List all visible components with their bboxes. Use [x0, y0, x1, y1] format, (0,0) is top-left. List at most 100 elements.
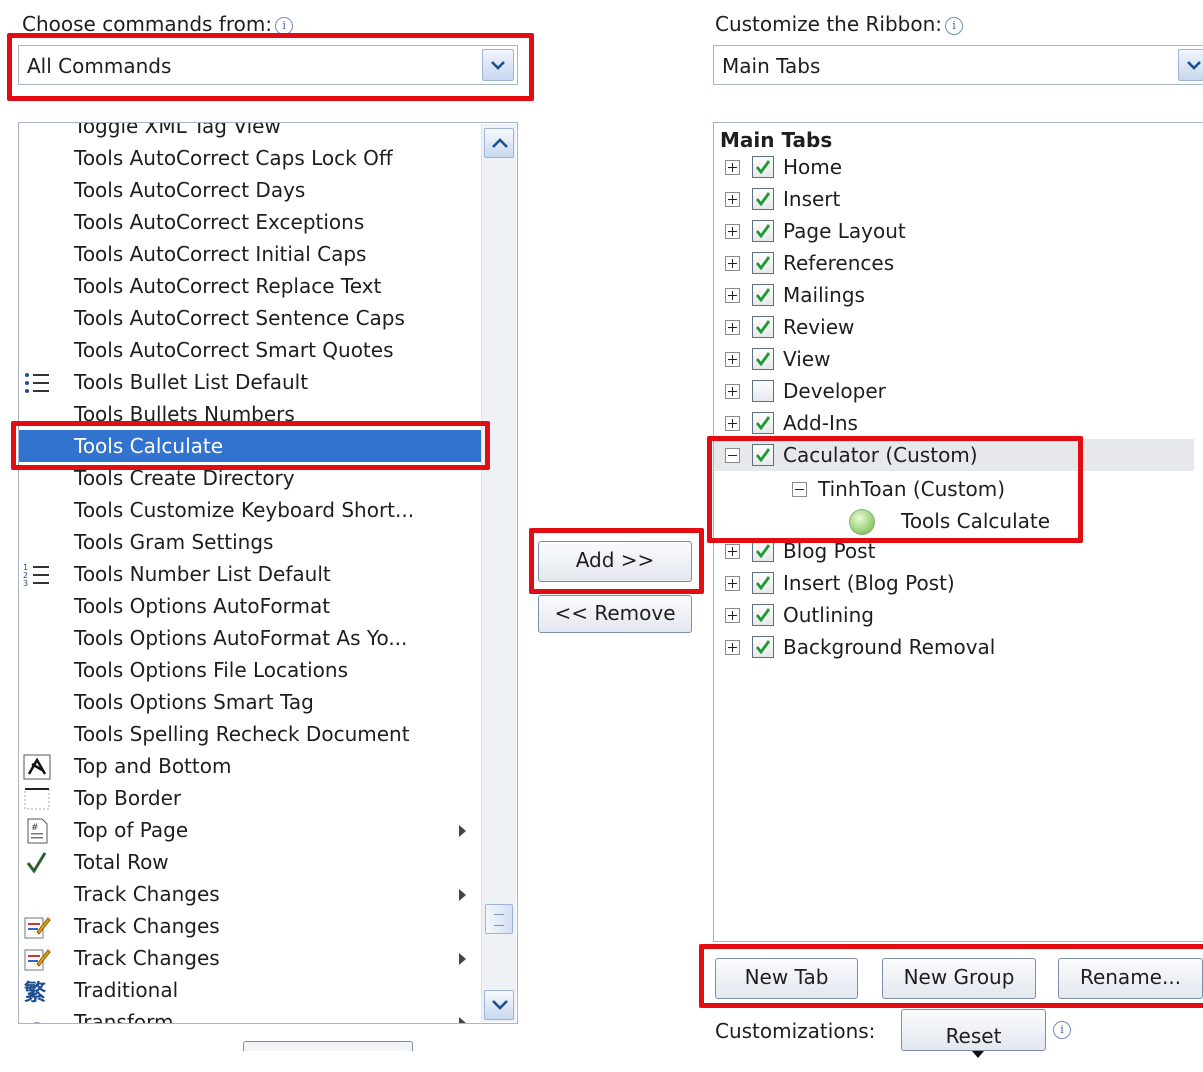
command-list-item[interactable]: Tools Calculate: [19, 430, 483, 462]
command-list-item[interactable]: Track Changes: [19, 910, 483, 942]
command-list-item[interactable]: Tools AutoCorrect Initial Caps: [19, 238, 483, 270]
tab-checkbox[interactable]: [752, 604, 774, 626]
scroll-up-button[interactable]: [484, 128, 514, 158]
ribbon-tab-label: References: [783, 251, 895, 275]
command-list-item[interactable]: Track Changes: [19, 878, 483, 910]
command-list-item[interactable]: Tools AutoCorrect Caps Lock Off: [19, 142, 483, 174]
tab-checkbox[interactable]: [752, 540, 774, 562]
tab-checkbox[interactable]: [752, 316, 774, 338]
expand-icon[interactable]: [725, 224, 740, 239]
tab-checkbox[interactable]: [752, 188, 774, 210]
command-list-item[interactable]: Tools Customize Keyboard Short...: [19, 494, 483, 526]
tab-checkbox[interactable]: [752, 284, 774, 306]
command-list-item[interactable]: Tools Gram Settings: [19, 526, 483, 558]
collapse-icon[interactable]: [792, 482, 807, 497]
command-list-item[interactable]: Toggle XML Tag View: [19, 123, 483, 142]
tab-checkbox[interactable]: [752, 156, 774, 178]
expand-icon[interactable]: [725, 352, 740, 367]
command-list-item[interactable]: Tools Options Smart Tag: [19, 686, 483, 718]
ribbon-tab-item[interactable]: Home: [714, 151, 1194, 183]
command-list-item[interactable]: Tools Create Directory: [19, 462, 483, 494]
ribbon-tab-item[interactable]: Review: [714, 311, 1194, 343]
ribbon-tab-item[interactable]: References: [714, 247, 1194, 279]
scroll-down-button[interactable]: [484, 990, 514, 1020]
expand-icon[interactable]: [725, 544, 740, 559]
customize-ribbon-combo[interactable]: Main Tabs: [713, 45, 1203, 85]
tab-checkbox[interactable]: [752, 252, 774, 274]
command-list-item[interactable]: Tools AutoCorrect Days: [19, 174, 483, 206]
tab-checkbox[interactable]: [752, 572, 774, 594]
reset-label: Reset: [945, 1024, 1002, 1048]
ribbon-tab-item[interactable]: Insert (Blog Post): [714, 567, 1194, 599]
expand-icon[interactable]: [725, 160, 740, 175]
command-list-item[interactable]: Tools AutoCorrect Replace Text: [19, 270, 483, 302]
tab-checkbox[interactable]: [752, 380, 774, 402]
ribbon-tab-item[interactable]: Blog Post: [714, 535, 1194, 567]
numbered-list-icon: 123: [23, 562, 51, 588]
expand-icon[interactable]: [725, 576, 740, 591]
command-list-item[interactable]: # Top of Page: [19, 814, 483, 846]
command-list-item[interactable]: Tools Bullets Numbers: [19, 398, 483, 430]
chevron-down-icon[interactable]: [482, 49, 514, 81]
info-icon[interactable]: i: [945, 17, 964, 35]
choose-commands-combo[interactable]: All Commands: [18, 45, 518, 85]
command-list-item[interactable]: Tools Bullet List Default: [19, 366, 483, 398]
expand-icon[interactable]: [725, 288, 740, 303]
new-group-label: New Group: [903, 965, 1015, 989]
ribbon-tab-item[interactable]: Mailings: [714, 279, 1194, 311]
expand-icon[interactable]: [725, 192, 740, 207]
command-list-item[interactable]: Tools Options AutoFormat As Yo...: [19, 622, 483, 654]
reset-button[interactable]: Reset: [901, 1009, 1046, 1058]
expand-icon[interactable]: [725, 256, 740, 271]
chevron-down-icon[interactable]: [1178, 49, 1203, 81]
command-list-item[interactable]: Track Changes: [19, 942, 483, 974]
command-list-item[interactable]: Transform: [19, 1006, 483, 1024]
rename-button[interactable]: Rename...: [1058, 958, 1203, 999]
tab-checkbox[interactable]: [752, 444, 774, 466]
add-button[interactable]: Add >>: [538, 541, 692, 582]
command-list-item[interactable]: Top and Bottom: [19, 750, 483, 782]
tab-checkbox[interactable]: [752, 412, 774, 434]
ribbon-tab-item[interactable]: Developer: [714, 375, 1194, 407]
command-label: Transform: [74, 1010, 174, 1024]
expand-icon[interactable]: [725, 320, 740, 335]
command-list-item[interactable]: Tools Options AutoFormat: [19, 590, 483, 622]
new-group-button[interactable]: New Group: [882, 958, 1036, 999]
ribbon-tab-item[interactable]: Add-Ins: [714, 407, 1194, 439]
command-list-item[interactable]: 繁 Traditional: [19, 974, 483, 1006]
ribbon-tab-item[interactable]: Background Removal: [714, 631, 1194, 663]
custom-group-item[interactable]: TinhToan (Custom): [714, 473, 1114, 505]
ribbon-tab-item[interactable]: Insert: [714, 183, 1194, 215]
info-icon[interactable]: i: [1053, 1021, 1071, 1039]
command-list-item[interactable]: 1 2 3 Tools Number List Default: [19, 558, 483, 590]
expand-icon[interactable]: [725, 608, 740, 623]
ribbon-tab-item[interactable]: View: [714, 343, 1194, 375]
tab-checkbox[interactable]: [752, 348, 774, 370]
expand-icon[interactable]: [725, 384, 740, 399]
bottom-left-button-edge[interactable]: [243, 1041, 413, 1051]
command-list-item[interactable]: Tools AutoCorrect Exceptions: [19, 206, 483, 238]
command-list-item[interactable]: Total Row: [19, 846, 483, 878]
tab-checkbox[interactable]: [752, 636, 774, 658]
expand-icon[interactable]: [725, 640, 740, 655]
command-list-item[interactable]: Tools AutoCorrect Smart Quotes: [19, 334, 483, 366]
custom-command-item[interactable]: Tools Calculate: [714, 505, 1114, 537]
expand-icon[interactable]: [725, 416, 740, 431]
command-list-item[interactable]: Tools AutoCorrect Sentence Caps: [19, 302, 483, 334]
remove-button[interactable]: << Remove: [538, 595, 692, 633]
command-list-item[interactable]: Tools Spelling Recheck Document: [19, 718, 483, 750]
ribbon-tab-item[interactable]: Page Layout: [714, 215, 1194, 247]
choose-commands-label: Choose commands from: i: [22, 12, 294, 36]
ribbon-tab-item[interactable]: Caculator (Custom): [714, 439, 1194, 471]
ribbon-tab-item[interactable]: Outlining: [714, 599, 1194, 631]
tab-checkbox[interactable]: [752, 220, 774, 242]
new-tab-button[interactable]: New Tab: [715, 958, 858, 999]
commands-scrollbar[interactable]: [481, 124, 516, 1022]
info-icon[interactable]: i: [275, 17, 294, 35]
scroll-thumb[interactable]: [485, 904, 513, 934]
ribbon-tree[interactable]: Main Tabs Home Insert Page Layout Reference…: [713, 122, 1203, 942]
command-list-item[interactable]: Tools Options File Locations: [19, 654, 483, 686]
command-list-item[interactable]: Top Border: [19, 782, 483, 814]
commands-list[interactable]: Toggle XML Tag View Tools AutoCorrect Cap…: [18, 122, 518, 1024]
collapse-icon[interactable]: [725, 448, 740, 463]
